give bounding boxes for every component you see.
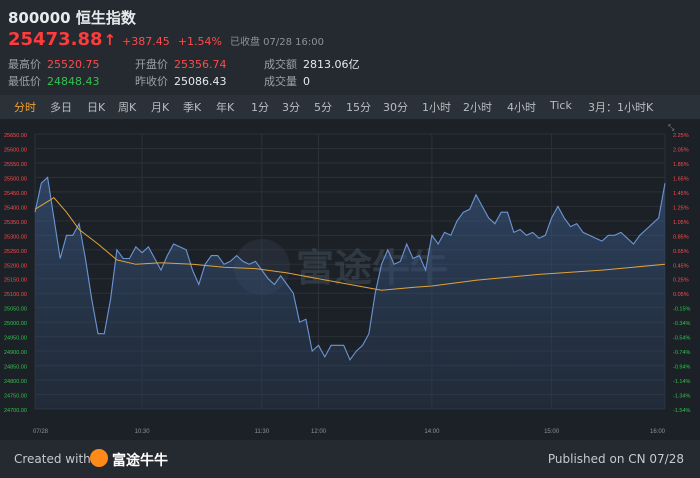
- y-tick-label: 25550.00: [4, 162, 27, 168]
- pct-tick-label: 1.05%: [673, 220, 689, 226]
- pct-tick-label: 0.25%: [673, 278, 689, 284]
- tab-period[interactable]: 2小时: [463, 99, 492, 115]
- futu-logo-icon: [90, 449, 108, 467]
- pct-tick-label: 0.45%: [673, 263, 689, 269]
- pct-tick-label: -1.54%: [673, 408, 691, 414]
- stat-value: 25086.43: [174, 75, 227, 88]
- y-tick-label: 25450.00: [4, 191, 27, 197]
- y-tick-label: 25350.00: [4, 220, 27, 226]
- x-tick-label: 12:00: [311, 429, 327, 435]
- stat-item: 最低价 24848.43: [8, 73, 100, 89]
- tab-period[interactable]: 年K: [216, 99, 234, 115]
- tab-period[interactable]: 日K: [87, 99, 105, 115]
- y-tick-label: 24900.00: [4, 350, 27, 356]
- pct-tick-label: 2.25%: [673, 133, 689, 139]
- y-tick-label: 24700.00: [4, 408, 27, 414]
- price-row: 25473.88 ↑ +387.45 +1.54% 已收盘 07/28 16:0…: [8, 29, 324, 51]
- expand-icon: ⤡: [668, 123, 675, 132]
- stat-label: 成交量: [264, 75, 297, 88]
- tab-period[interactable]: 分时: [14, 99, 36, 115]
- index-title: 800000 恒生指数: [8, 9, 136, 27]
- x-tick-label: 16:00: [650, 429, 666, 435]
- tab-period[interactable]: 4小时: [507, 99, 536, 115]
- pct-tick-label: 1.45%: [673, 191, 689, 197]
- published-text: Published on CN 07/28: [547, 452, 684, 466]
- x-tick-label: 10:30: [135, 429, 151, 435]
- y-tick-label: 24750.00: [4, 394, 27, 400]
- y-tick-label: 25600.00: [4, 147, 27, 153]
- y-tick-label: 25150.00: [4, 278, 27, 284]
- price-change: +387.45: [122, 35, 170, 48]
- stat-label: 最低价: [8, 75, 41, 88]
- pct-tick-label: 2.05%: [673, 147, 689, 153]
- y-tick-label: 25650.00: [4, 133, 27, 139]
- y-tick-label: 24850.00: [4, 365, 27, 371]
- tab-period[interactable]: 15分: [346, 99, 371, 115]
- pct-tick-label: 1.85%: [673, 162, 689, 168]
- pct-tick-label: -0.74%: [673, 350, 691, 356]
- y-tick-label: 25400.00: [4, 205, 27, 211]
- y-tick-label: 25000.00: [4, 321, 27, 327]
- tab-period[interactable]: Tick: [550, 99, 572, 112]
- y-tick-label: 24950.00: [4, 336, 27, 342]
- stat-value: 25356.74: [174, 58, 227, 71]
- stat-label: 开盘价: [135, 58, 168, 71]
- stat-item: 昨收价 25086.43: [135, 73, 227, 89]
- tab-period[interactable]: 1分: [251, 99, 269, 115]
- quote-header: 800000 恒生指数 25473.88 ↑ +387.45 +1.54% 已收…: [0, 0, 700, 92]
- pct-tick-label: 0.85%: [673, 234, 689, 240]
- y-tick-label: 25300.00: [4, 234, 27, 240]
- market-status: 已收盘 07/28 16:00: [229, 37, 324, 48]
- stat-label: 昨收价: [135, 75, 168, 88]
- footer: Created with 富途牛牛 Published on CN 07/28: [0, 440, 700, 478]
- x-tick-label: 07/28: [33, 429, 49, 435]
- pct-tick-label: -1.34%: [673, 394, 691, 400]
- price-change-pct: +1.54%: [177, 35, 222, 48]
- tab-period[interactable]: 周K: [118, 99, 136, 115]
- pct-tick-label: 1.65%: [673, 176, 689, 182]
- pct-tick-label: -0.54%: [673, 336, 691, 342]
- stat-value: 0: [303, 75, 310, 88]
- stat-item: 开盘价 25356.74: [135, 56, 227, 72]
- tab-period[interactable]: 3分: [282, 99, 300, 115]
- stat-label: 成交额: [264, 58, 297, 71]
- pct-tick-label: -0.94%: [673, 365, 691, 371]
- tab-period[interactable]: 多日: [50, 99, 72, 115]
- x-tick-label: 11:30: [255, 429, 270, 435]
- pct-tick-label: -0.15%: [673, 307, 691, 313]
- y-tick-label: 24800.00: [4, 379, 27, 385]
- tab-period[interactable]: 5分: [314, 99, 332, 115]
- intraday-chart[interactable]: 25650.00 2.25% 25600.00 2.05% 25550.00 1.85% 2…: [0, 119, 700, 440]
- pct-tick-label: -1.14%: [673, 379, 691, 385]
- stat-item: 最高价 25520.75: [8, 56, 100, 72]
- stat-label: 最高价: [8, 58, 41, 71]
- y-tick-label: 25100.00: [4, 292, 27, 298]
- stat-value: 24848.43: [47, 75, 100, 88]
- x-tick-label: 14:00: [424, 429, 440, 435]
- stat-value: 2813.06亿: [303, 58, 360, 71]
- y-tick-label: 25200.00: [4, 263, 27, 269]
- y-tick-label: 25500.00: [4, 176, 27, 182]
- y-tick-label: 25250.00: [4, 249, 27, 255]
- stat-item: 成交量 0: [264, 73, 310, 89]
- futu-logo-text: 富途牛牛: [112, 453, 168, 469]
- chart-svg: 25650.00 2.25% 25600.00 2.05% 25550.00 1.85% 2…: [4, 123, 691, 435]
- pct-tick-label: 0.65%: [673, 249, 689, 255]
- y-tick-label: 25050.00: [4, 307, 27, 313]
- tab-period[interactable]: 1小时: [422, 99, 451, 115]
- period-tabs: 分时 多日 日K 周K 月K 季K 年K 1分 3分 5分 15分 30分 1小时 2小时 4小时 Tick 3…: [0, 95, 700, 119]
- pct-tick-label: 0.05%: [673, 292, 689, 298]
- pct-tick-label: 1.25%: [673, 205, 689, 211]
- up-arrow-icon: ↑: [103, 31, 117, 49]
- pct-tick-label: -0.34%: [673, 321, 691, 327]
- tab-period[interactable]: 月K: [151, 99, 169, 115]
- tab-period[interactable]: 30分: [383, 99, 408, 115]
- x-tick-label: 15:00: [544, 429, 560, 435]
- stat-value: 25520.75: [47, 58, 100, 71]
- stat-item: 成交额 2813.06亿: [264, 56, 360, 72]
- last-price: 25473.88: [8, 29, 103, 50]
- created-with-text: Created with: [14, 452, 91, 466]
- tab-period[interactable]: 3月：1小时K: [588, 99, 653, 115]
- tab-period[interactable]: 季K: [183, 99, 201, 115]
